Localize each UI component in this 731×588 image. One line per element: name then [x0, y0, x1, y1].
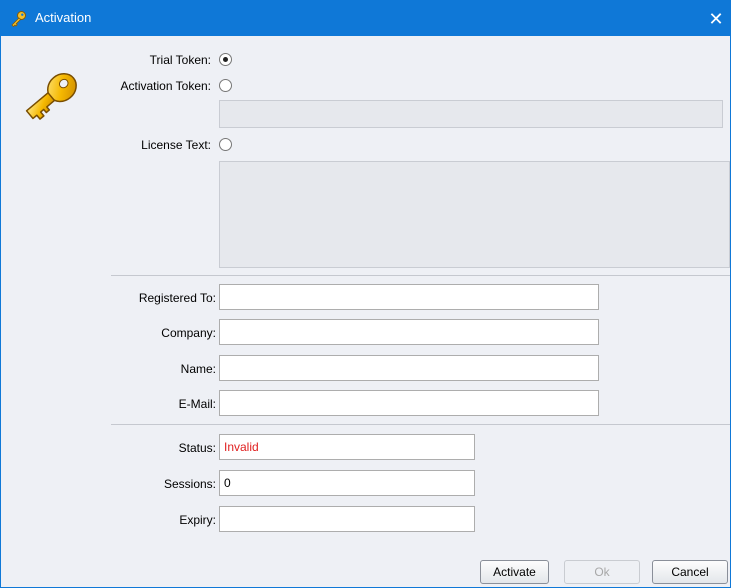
sessions-label: Sessions: [163, 477, 216, 491]
close-button[interactable]: ✕ [701, 6, 731, 32]
registered-to-field[interactable] [219, 284, 599, 310]
email-label: E-Mail: [178, 397, 216, 411]
close-icon: ✕ [708, 9, 724, 29]
registered-to-label: Registered To: [138, 291, 216, 305]
sessions-field: 0 [219, 470, 475, 496]
name-label: Name: [180, 362, 216, 376]
expiry-field [219, 506, 475, 532]
activation-token-radio[interactable] [219, 79, 232, 92]
status-field: Invalid [219, 434, 475, 460]
company-field[interactable] [219, 319, 599, 345]
cancel-button[interactable]: Cancel [652, 560, 728, 584]
key-icon [25, 73, 77, 120]
window-title: Activation [35, 10, 92, 25]
trial-token-label: Trial Token: [149, 53, 211, 67]
email-field[interactable] [219, 390, 599, 416]
license-text-label: License Text: [141, 138, 211, 152]
dialog-content: Trial Token: Activation Token: License T… [1, 36, 730, 587]
ok-button[interactable]: Ok [564, 560, 640, 584]
separator [111, 275, 730, 276]
license-text-area[interactable] [219, 161, 730, 268]
activation-window: Activation ✕ Trial Token: Activation Tok… [0, 0, 731, 588]
company-label: Company: [161, 326, 216, 340]
activation-token-input[interactable] [219, 100, 723, 128]
status-label: Status: [178, 441, 216, 455]
expiry-label: Expiry: [179, 513, 216, 527]
name-field[interactable] [219, 355, 599, 381]
activate-button[interactable]: Activate [480, 560, 549, 584]
key-icon [11, 11, 26, 28]
trial-token-radio[interactable] [219, 53, 232, 66]
license-text-radio[interactable] [219, 138, 232, 151]
activation-token-label: Activation Token: [120, 79, 212, 93]
title-bar[interactable]: Activation ✕ [0, 0, 731, 36]
separator [111, 424, 730, 425]
